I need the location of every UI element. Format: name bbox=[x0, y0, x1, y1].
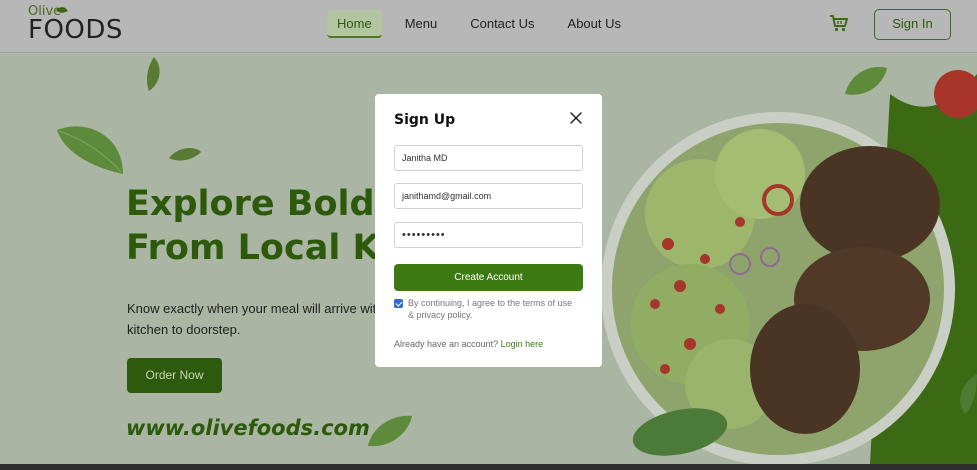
password-field[interactable]: ••••••••• bbox=[394, 222, 583, 248]
leaf-icon bbox=[169, 148, 201, 161]
sign-in-button[interactable]: Sign In bbox=[874, 9, 951, 40]
terms-text: By continuing, I agree to the terms of u… bbox=[408, 297, 583, 321]
cart-icon[interactable] bbox=[829, 13, 849, 33]
hero-title-line-1: Explore Bold N bbox=[126, 184, 417, 224]
olive-foods-logo[interactable]: Olive FOODS bbox=[28, 4, 128, 45]
nav-home[interactable]: Home bbox=[327, 10, 382, 38]
signup-modal: Sign Up Janitha MD janithamd@gmail.com •… bbox=[375, 94, 602, 367]
leaf-icon bbox=[146, 57, 160, 91]
hero-title: Explore Bold N From Local Kit bbox=[126, 182, 416, 270]
email-field[interactable]: janithamd@gmail.com bbox=[394, 183, 583, 209]
close-icon[interactable] bbox=[569, 111, 583, 125]
site-header: Olive FOODS Home Menu Contact Us About U… bbox=[0, 0, 977, 53]
create-account-button[interactable]: Create Account bbox=[394, 264, 583, 291]
nav-contact-us[interactable]: Contact Us bbox=[460, 10, 544, 38]
order-now-button[interactable]: Order Now bbox=[127, 358, 222, 393]
nav-menu[interactable]: Menu bbox=[395, 10, 448, 38]
nav-about-us[interactable]: About Us bbox=[558, 10, 631, 38]
hero-description: Know exactly when your meal will arrive … bbox=[127, 298, 397, 340]
login-here-link[interactable]: Login here bbox=[501, 339, 544, 349]
modal-title: Sign Up bbox=[394, 112, 456, 128]
login-prompt-text: Already have an account? bbox=[394, 339, 499, 349]
login-prompt: Already have an account? Login here bbox=[394, 339, 543, 349]
leaf-icon bbox=[845, 67, 887, 95]
terms-line-1: By continuing, I agree to the terms of u… bbox=[408, 298, 573, 308]
main-nav: Home Menu Contact Us About Us bbox=[327, 10, 631, 38]
terms-line-2: & privacy policy. bbox=[408, 310, 473, 320]
leaf-icon bbox=[57, 126, 123, 174]
bottom-scroll-bar bbox=[0, 464, 977, 470]
leaf-icon bbox=[960, 374, 977, 414]
name-field[interactable]: Janitha MD bbox=[394, 145, 583, 171]
terms-checkbox[interactable] bbox=[394, 299, 403, 308]
logo-foods-text: FOODS bbox=[28, 15, 123, 45]
website-url: www.olivefoods.com bbox=[126, 416, 370, 440]
hero-description-line-2: kitchen to doorstep. bbox=[127, 322, 241, 337]
hero-description-line-1: Know exactly when your meal will arrive … bbox=[127, 301, 384, 316]
hero-title-line-2: From Local Kit bbox=[126, 228, 409, 268]
leaf-icon bbox=[368, 415, 412, 447]
